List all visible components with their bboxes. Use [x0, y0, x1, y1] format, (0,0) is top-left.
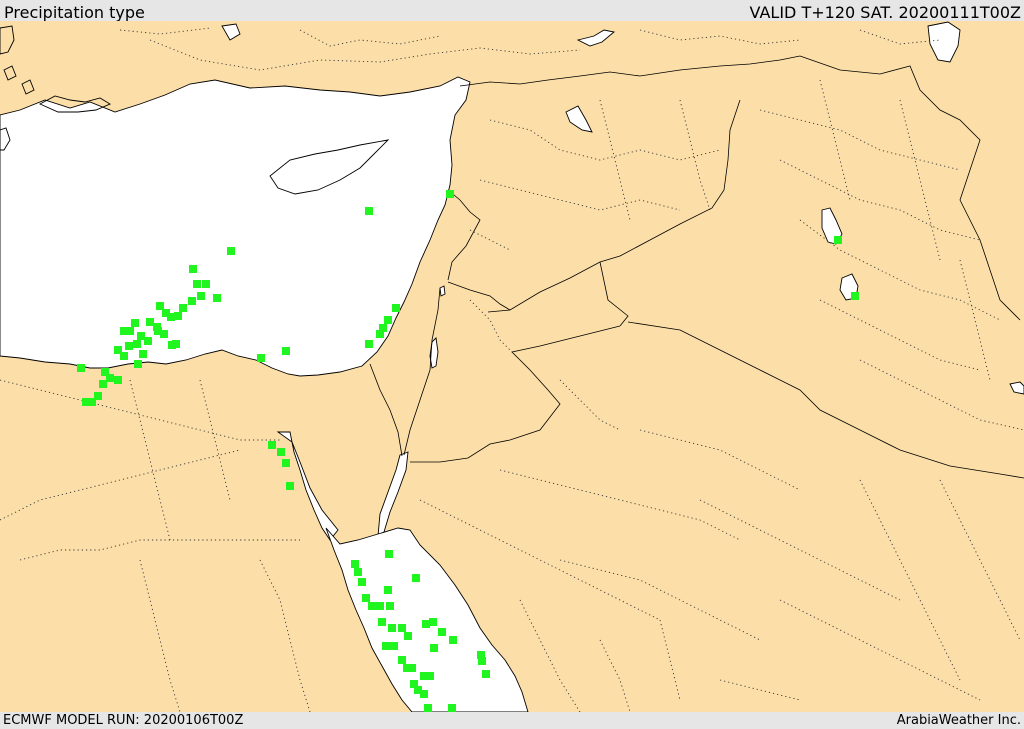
rain-cell: [382, 642, 390, 650]
rain-cell: [851, 292, 859, 300]
rain-cell: [376, 602, 384, 610]
rain-cell: [213, 294, 221, 302]
rain-cell: [77, 364, 85, 372]
rain-cell: [354, 568, 362, 576]
rain-cell: [446, 190, 454, 198]
rain-cell: [358, 578, 366, 586]
rain-cell: [404, 632, 412, 640]
valid-time-label: VALID T+120 SAT. 20200111T00Z: [749, 3, 1021, 22]
rain-cell: [386, 602, 394, 610]
rain-cell: [834, 236, 842, 244]
rain-cell: [408, 664, 416, 672]
rain-cell: [268, 441, 276, 449]
model-run-label: ECMWF MODEL RUN: 20200106T00Z: [3, 713, 244, 728]
credit-label: ArabiaWeather Inc.: [896, 713, 1021, 728]
map-canvas[interactable]: [0, 21, 1024, 712]
rain-cell: [378, 618, 386, 626]
rain-cell: [114, 376, 122, 384]
rain-cell: [390, 642, 398, 650]
footer-bar: ECMWF MODEL RUN: 20200106T00Z ArabiaWeat…: [0, 712, 1024, 729]
rain-cell: [202, 280, 210, 288]
rain-cell: [134, 360, 142, 368]
rain-cell: [282, 347, 290, 355]
rain-cell: [179, 304, 187, 312]
rain-cell: [125, 342, 133, 350]
rain-cell: [392, 304, 400, 312]
rain-cell: [365, 340, 373, 348]
rain-cell: [137, 332, 145, 340]
rain-cell: [438, 628, 446, 636]
rain-cell: [197, 292, 205, 300]
rain-cell: [146, 318, 154, 326]
rain-cell: [160, 330, 168, 338]
rain-cell: [257, 354, 265, 362]
rain-cell: [384, 316, 392, 324]
rain-cell: [376, 330, 384, 338]
rain-cell: [286, 482, 294, 490]
rain-cell: [131, 319, 139, 327]
rain-cell: [430, 644, 438, 652]
map-title: Precipitation type: [4, 3, 145, 22]
rain-cell: [478, 657, 486, 665]
rain-cell: [227, 247, 235, 255]
rain-cell: [99, 380, 107, 388]
rain-cell: [412, 574, 420, 582]
rain-cell: [362, 594, 370, 602]
rain-cell: [188, 297, 196, 305]
rain-cell: [82, 398, 90, 406]
rain-cell: [133, 340, 141, 348]
rain-cell: [120, 327, 128, 335]
rain-cell: [449, 636, 457, 644]
rain-cell: [139, 350, 147, 358]
rain-cell: [277, 448, 285, 456]
rain-cell: [388, 624, 396, 632]
rain-cell: [189, 265, 197, 273]
header-bar: Precipitation type VALID T+120 SAT. 2020…: [0, 0, 1024, 22]
rain-cell: [162, 309, 170, 317]
rain-cell: [385, 550, 393, 558]
rain-cell: [172, 340, 180, 348]
rain-cell: [120, 352, 128, 360]
rain-cell: [420, 690, 428, 698]
rain-cell: [351, 560, 359, 568]
rain-cell: [174, 312, 182, 320]
rain-cell: [426, 672, 434, 680]
rain-cell: [398, 656, 406, 664]
rain-cell: [365, 207, 373, 215]
rain-cell: [384, 586, 392, 594]
rain-cell: [429, 618, 437, 626]
rain-cell: [106, 374, 114, 382]
rain-cell: [422, 620, 430, 628]
rain-cell: [282, 459, 290, 467]
rain-cell: [398, 624, 406, 632]
rain-cell: [193, 280, 201, 288]
rain-cell: [144, 337, 152, 345]
rain-cell: [448, 704, 456, 712]
sea-of-galilee: [439, 285, 446, 297]
rain-cell: [482, 670, 490, 678]
rain-cell: [424, 704, 432, 712]
rain-cell: [368, 602, 376, 610]
rain-cell: [156, 302, 164, 310]
